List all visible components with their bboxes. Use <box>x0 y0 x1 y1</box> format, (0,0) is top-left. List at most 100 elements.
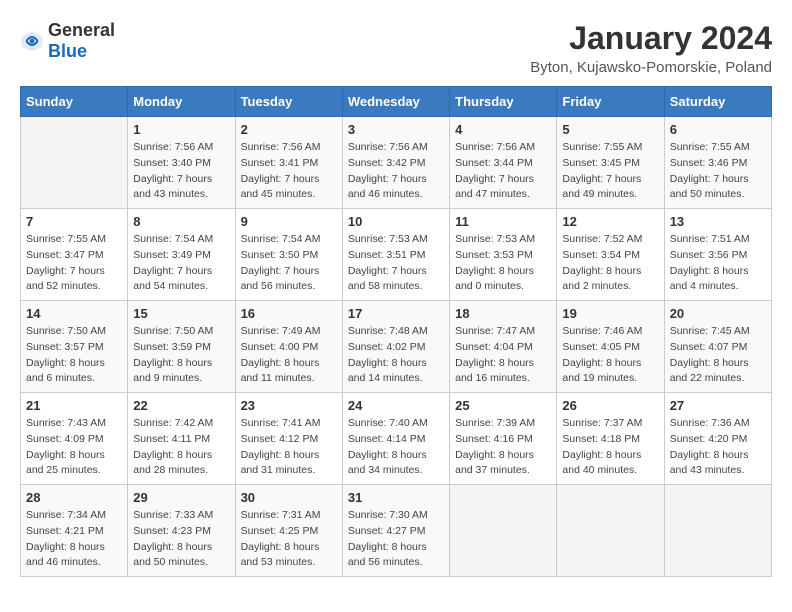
calendar-cell: 23 Sunrise: 7:41 AMSunset: 4:12 PMDayligh… <box>235 393 342 485</box>
day-info: Sunrise: 7:30 AMSunset: 4:27 PMDaylight:… <box>348 508 444 571</box>
day-info: Sunrise: 7:54 AMSunset: 3:50 PMDaylight:… <box>241 232 337 295</box>
calendar-cell: 21Sunrise: 7:43 AMSunset: 4:09 PMDayligh… <box>21 393 128 485</box>
header-thursday: Thursday <box>450 87 557 117</box>
day-number: 20 <box>670 306 766 321</box>
day-number: 19 <box>562 306 658 321</box>
calendar-week-0: 1 Sunrise: 7:56 AMSunset: 3:40 PMDaylight… <box>21 117 772 209</box>
calendar-cell: 26 Sunrise: 7:37 AMSunset: 4:18 PMDayligh… <box>557 393 664 485</box>
calendar-week-1: 7 Sunrise: 7:55 AMSunset: 3:47 PMDaylight… <box>21 209 772 301</box>
day-number: 15 <box>133 306 229 321</box>
calendar-cell: 14 Sunrise: 7:50 AMSunset: 3:57 PMDayligh… <box>21 301 128 393</box>
calendar-table: SundayMondayTuesdayWednesdayThursdayFrid… <box>20 86 772 577</box>
day-number: 4 <box>455 122 551 137</box>
title-block: January 2024 Byton, Kujawsko-Pomorskie, … <box>530 20 772 76</box>
day-info: Sunrise: 7:56 AMSunset: 3:42 PMDaylight:… <box>348 140 444 203</box>
day-info: Sunrise: 7:31 AMSunset: 4:25 PMDaylight:… <box>241 508 337 571</box>
calendar-cell: 11 Sunrise: 7:53 AMSunset: 3:53 PMDayligh… <box>450 209 557 301</box>
day-info: Sunrise: 7:50 AMSunset: 3:59 PMDaylight:… <box>133 324 229 387</box>
day-number: 3 <box>348 122 444 137</box>
day-info: Sunrise: 7:56 AMSunset: 3:44 PMDaylight:… <box>455 140 551 203</box>
day-number: 11 <box>455 214 551 229</box>
day-number: 2 <box>241 122 337 137</box>
calendar-week-3: 21Sunrise: 7:43 AMSunset: 4:09 PMDayligh… <box>21 393 772 485</box>
calendar-cell: 6Sunrise: 7:55 AMSunset: 3:46 PMDaylight… <box>664 117 771 209</box>
calendar-cell: 19 Sunrise: 7:46 AMSunset: 4:05 PMDayligh… <box>557 301 664 393</box>
day-info: Sunrise: 7:46 AMSunset: 4:05 PMDaylight:… <box>562 324 658 387</box>
calendar-cell: 16 Sunrise: 7:49 AMSunset: 4:00 PMDayligh… <box>235 301 342 393</box>
day-info: Sunrise: 7:51 AMSunset: 3:56 PMDaylight:… <box>670 232 766 295</box>
day-info: Sunrise: 7:45 AMSunset: 4:07 PMDaylight:… <box>670 324 766 387</box>
calendar-cell: 31 Sunrise: 7:30 AMSunset: 4:27 PMDayligh… <box>342 485 449 577</box>
calendar-cell: 10 Sunrise: 7:53 AMSunset: 3:51 PMDayligh… <box>342 209 449 301</box>
calendar-cell: 13 Sunrise: 7:51 AMSunset: 3:56 PMDayligh… <box>664 209 771 301</box>
day-number: 16 <box>241 306 337 321</box>
calendar-cell: 5 Sunrise: 7:55 AMSunset: 3:45 PMDaylight… <box>557 117 664 209</box>
day-number: 14 <box>26 306 122 321</box>
day-info: Sunrise: 7:39 AMSunset: 4:16 PMDaylight:… <box>455 416 551 479</box>
day-info: Sunrise: 7:53 AMSunset: 3:51 PMDaylight:… <box>348 232 444 295</box>
calendar-week-2: 14 Sunrise: 7:50 AMSunset: 3:57 PMDayligh… <box>21 301 772 393</box>
day-number: 18 <box>455 306 551 321</box>
day-number: 26 <box>562 398 658 413</box>
calendar-cell: 8 Sunrise: 7:54 AMSunset: 3:49 PMDaylight… <box>128 209 235 301</box>
location-title: Byton, Kujawsko-Pomorskie, Poland <box>530 59 772 76</box>
day-number: 13 <box>670 214 766 229</box>
day-info: Sunrise: 7:42 AMSunset: 4:11 PMDaylight:… <box>133 416 229 479</box>
day-info: Sunrise: 7:40 AMSunset: 4:14 PMDaylight:… <box>348 416 444 479</box>
calendar-cell: 22Sunrise: 7:42 AMSunset: 4:11 PMDayligh… <box>128 393 235 485</box>
day-number: 10 <box>348 214 444 229</box>
logo-text: General Blue <box>48 20 115 62</box>
day-number: 8 <box>133 214 229 229</box>
calendar-week-4: 28 Sunrise: 7:34 AMSunset: 4:21 PMDayligh… <box>21 485 772 577</box>
calendar-cell: 30Sunrise: 7:31 AMSunset: 4:25 PMDayligh… <box>235 485 342 577</box>
header-tuesday: Tuesday <box>235 87 342 117</box>
day-number: 5 <box>562 122 658 137</box>
day-info: Sunrise: 7:55 AMSunset: 3:47 PMDaylight:… <box>26 232 122 295</box>
day-info: Sunrise: 7:43 AMSunset: 4:09 PMDaylight:… <box>26 416 122 479</box>
month-title: January 2024 <box>530 20 772 57</box>
day-info: Sunrise: 7:49 AMSunset: 4:00 PMDaylight:… <box>241 324 337 387</box>
calendar-cell: 7 Sunrise: 7:55 AMSunset: 3:47 PMDaylight… <box>21 209 128 301</box>
calendar-cell: 18 Sunrise: 7:47 AMSunset: 4:04 PMDayligh… <box>450 301 557 393</box>
day-info: Sunrise: 7:50 AMSunset: 3:57 PMDaylight:… <box>26 324 122 387</box>
calendar-cell: 17Sunrise: 7:48 AMSunset: 4:02 PMDayligh… <box>342 301 449 393</box>
logo-general: General <box>48 20 115 40</box>
day-info: Sunrise: 7:54 AMSunset: 3:49 PMDaylight:… <box>133 232 229 295</box>
calendar-header-row: SundayMondayTuesdayWednesdayThursdayFrid… <box>21 87 772 117</box>
day-info: Sunrise: 7:47 AMSunset: 4:04 PMDaylight:… <box>455 324 551 387</box>
calendar-cell <box>21 117 128 209</box>
day-info: Sunrise: 7:34 AMSunset: 4:21 PMDaylight:… <box>26 508 122 571</box>
day-number: 1 <box>133 122 229 137</box>
calendar-cell: 12 Sunrise: 7:52 AMSunset: 3:54 PMDayligh… <box>557 209 664 301</box>
day-info: Sunrise: 7:52 AMSunset: 3:54 PMDaylight:… <box>562 232 658 295</box>
day-info: Sunrise: 7:53 AMSunset: 3:53 PMDaylight:… <box>455 232 551 295</box>
day-info: Sunrise: 7:56 AMSunset: 3:41 PMDaylight:… <box>241 140 337 203</box>
day-info: Sunrise: 7:48 AMSunset: 4:02 PMDaylight:… <box>348 324 444 387</box>
logo-blue: Blue <box>48 41 87 61</box>
day-number: 23 <box>241 398 337 413</box>
day-info: Sunrise: 7:41 AMSunset: 4:12 PMDaylight:… <box>241 416 337 479</box>
day-info: Sunrise: 7:55 AMSunset: 3:45 PMDaylight:… <box>562 140 658 203</box>
day-info: Sunrise: 7:37 AMSunset: 4:18 PMDaylight:… <box>562 416 658 479</box>
day-number: 12 <box>562 214 658 229</box>
header-wednesday: Wednesday <box>342 87 449 117</box>
day-number: 28 <box>26 490 122 505</box>
day-number: 9 <box>241 214 337 229</box>
calendar-cell: 20 Sunrise: 7:45 AMSunset: 4:07 PMDayligh… <box>664 301 771 393</box>
day-number: 24 <box>348 398 444 413</box>
calendar-cell: 2 Sunrise: 7:56 AMSunset: 3:41 PMDaylight… <box>235 117 342 209</box>
calendar-cell <box>664 485 771 577</box>
day-number: 7 <box>26 214 122 229</box>
calendar-cell: 1 Sunrise: 7:56 AMSunset: 3:40 PMDaylight… <box>128 117 235 209</box>
day-number: 6 <box>670 122 766 137</box>
day-number: 25 <box>455 398 551 413</box>
calendar-cell: 25 Sunrise: 7:39 AMSunset: 4:16 PMDayligh… <box>450 393 557 485</box>
calendar-cell: 4 Sunrise: 7:56 AMSunset: 3:44 PMDaylight… <box>450 117 557 209</box>
day-number: 31 <box>348 490 444 505</box>
day-number: 27 <box>670 398 766 413</box>
calendar-cell <box>557 485 664 577</box>
header-sunday: Sunday <box>21 87 128 117</box>
calendar-cell: 24 Sunrise: 7:40 AMSunset: 4:14 PMDayligh… <box>342 393 449 485</box>
day-info: Sunrise: 7:56 AMSunset: 3:40 PMDaylight:… <box>133 140 229 203</box>
day-info: Sunrise: 7:36 AMSunset: 4:20 PMDaylight:… <box>670 416 766 479</box>
